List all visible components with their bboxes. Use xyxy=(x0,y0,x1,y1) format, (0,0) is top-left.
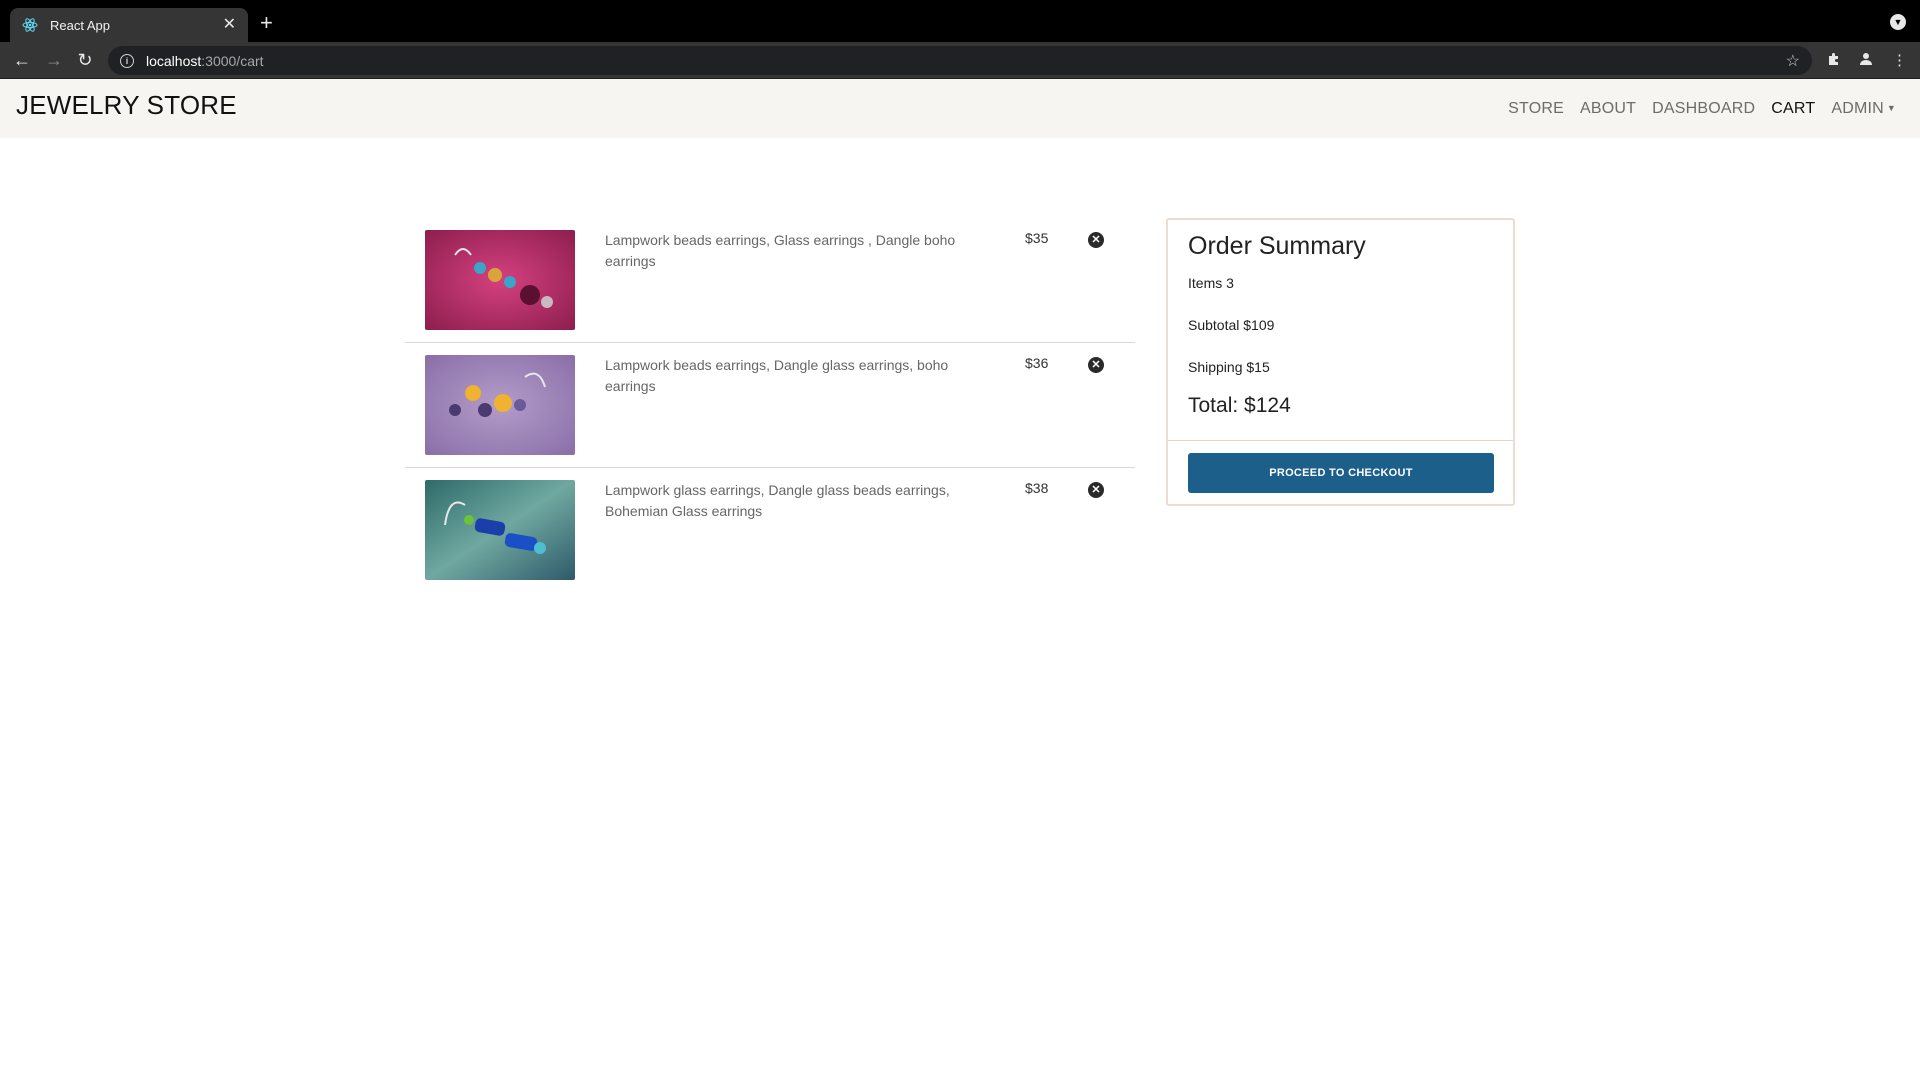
site-info-icon[interactable]: i xyxy=(120,53,134,68)
cart-item-list: Lampwork beads earrings, Glass earrings … xyxy=(405,218,1135,593)
cart-item: Lampwork beads earrings, Glass earrings … xyxy=(405,218,1135,343)
react-logo-icon xyxy=(22,17,38,33)
brand-logo[interactable]: JEWELRY STORE xyxy=(16,90,237,121)
product-image xyxy=(425,230,575,330)
cart-item: Lampwork glass earrings, Dangle glass be… xyxy=(405,468,1135,593)
product-name: Lampwork beads earrings, Dangle glass ea… xyxy=(605,357,949,394)
nav-links: STORE ABOUT DASHBOARD CART ADMIN ▼ xyxy=(1492,79,1896,138)
summary-subtotal: Subtotal $109 xyxy=(1188,317,1275,333)
new-tab-icon[interactable]: + xyxy=(260,12,273,34)
browser-tab[interactable]: React App ✕ xyxy=(10,8,248,42)
url-path: :3000/cart xyxy=(201,52,264,69)
nav-link-store[interactable]: STORE xyxy=(1508,100,1564,118)
tab-title: React App xyxy=(50,17,110,33)
tab-search-icon[interactable]: ▼ xyxy=(1890,14,1906,30)
browser-toolbar: ← → ↻ i localhost :3000/cart ☆ ⋮ xyxy=(0,42,1920,79)
close-tab-icon[interactable]: ✕ xyxy=(223,17,236,33)
remove-item-icon[interactable]: ✕ xyxy=(1088,232,1104,248)
profile-icon[interactable] xyxy=(1858,51,1874,71)
url-host: localhost xyxy=(146,52,202,69)
browser-menu-icon[interactable]: ⋮ xyxy=(1892,51,1907,69)
caret-down-icon: ▼ xyxy=(1886,102,1896,113)
site-navbar: JEWELRY STORE STORE ABOUT DASHBOARD CART… xyxy=(0,79,1920,138)
proceed-to-checkout-button[interactable]: PROCEED TO CHECKOUT xyxy=(1188,453,1494,493)
bookmark-star-icon[interactable]: ☆ xyxy=(1786,51,1800,71)
nav-link-cart[interactable]: CART xyxy=(1771,100,1815,118)
product-price: $35 xyxy=(1025,230,1049,246)
summary-items-count: Items 3 xyxy=(1188,275,1234,291)
nav-link-admin-label: ADMIN xyxy=(1831,99,1884,117)
extensions-puzzle-icon[interactable] xyxy=(1826,51,1842,71)
order-summary-card: Order Summary Items 3 Subtotal $109 Ship… xyxy=(1166,218,1515,506)
remove-item-icon[interactable]: ✕ xyxy=(1088,357,1104,373)
nav-link-about[interactable]: ABOUT xyxy=(1580,100,1636,118)
product-image xyxy=(425,480,575,580)
product-image xyxy=(425,355,575,455)
nav-link-dashboard[interactable]: DASHBOARD xyxy=(1652,100,1755,118)
product-price: $36 xyxy=(1025,355,1049,371)
nav-link-admin-dropdown[interactable]: ADMIN ▼ xyxy=(1831,100,1896,118)
remove-item-icon[interactable]: ✕ xyxy=(1088,482,1104,498)
summary-divider xyxy=(1168,440,1513,441)
summary-total: Total: $124 xyxy=(1188,394,1291,417)
address-bar[interactable]: i localhost :3000/cart ☆ xyxy=(108,46,1812,75)
product-name: Lampwork glass earrings, Dangle glass be… xyxy=(605,482,950,519)
order-summary-title: Order Summary xyxy=(1188,232,1366,260)
reload-icon[interactable]: ↻ xyxy=(75,50,95,70)
back-arrow-icon[interactable]: ← xyxy=(12,50,32,70)
product-name: Lampwork beads earrings, Glass earrings … xyxy=(605,232,956,269)
cart-item: Lampwork beads earrings, Dangle glass ea… xyxy=(405,343,1135,468)
forward-arrow-icon[interactable]: → xyxy=(44,50,64,70)
summary-shipping: Shipping $15 xyxy=(1188,359,1270,375)
product-price: $38 xyxy=(1025,480,1049,496)
browser-tab-strip: React App ✕ + ▼ xyxy=(0,0,1920,42)
